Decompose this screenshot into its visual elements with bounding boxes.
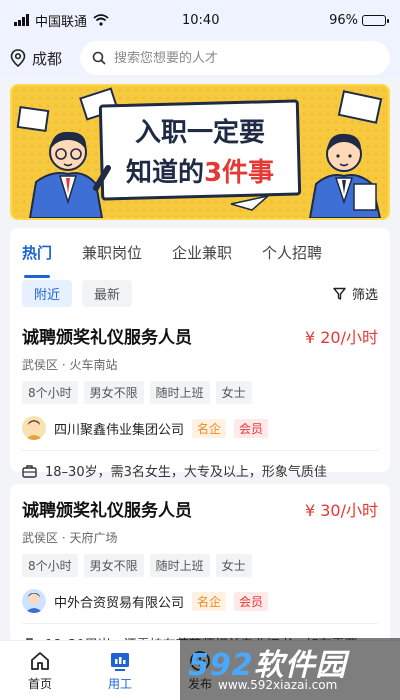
tab-part-time-jobs[interactable]: 兼职岗位 [82, 242, 142, 270]
divider [22, 450, 378, 451]
battery-status: 96% [329, 12, 389, 28]
job-card[interactable]: 诚聘颁奖礼仪服务人员 ¥ 20/小时 武侯区 · 火车南站 8个小时 男女不限 … [10, 323, 390, 480]
filter-label: 筛选 [351, 288, 378, 303]
tab-enterprise-part-time[interactable]: 企业兼职 [172, 242, 232, 270]
company-name: 中外合资贸易有限公司 [54, 595, 185, 611]
job-tag: 男女不限 [83, 554, 144, 577]
tabbar-home[interactable]: 首页 [0, 650, 80, 692]
job-tag: 8个小时 [22, 554, 78, 577]
job-panel: 热门 兼职岗位 企业兼职 个人招聘 附近 最新 筛选 诚聘颁奖礼仪服务人员 ¥ … [10, 228, 390, 480]
carrier-label: 中国联通 [35, 14, 88, 30]
company-row[interactable]: 四川聚鑫伟业集团公司 名企 会员 [22, 416, 378, 440]
job-tag: 女士 [215, 381, 252, 404]
job-title: 诚聘颁奖礼仪服务人员 [22, 501, 192, 521]
category-tabs: 热门 兼职岗位 企业兼职 个人招聘 [10, 228, 390, 278]
status-bar: 中国联通 10:40 96% [0, 0, 400, 40]
tabbar-employment[interactable]: 用工 [80, 650, 160, 692]
businessman-illustration [28, 131, 111, 218]
job-header: 诚聘颁奖礼仪服务人员 ¥ 30/小时 [22, 496, 378, 522]
job-tag: 女士 [215, 554, 252, 577]
filter-button[interactable]: 筛选 [333, 284, 378, 303]
badge-famous-company: 名企 [192, 591, 227, 611]
job-header: 诚聘颁奖礼仪服务人员 ¥ 20/小时 [22, 323, 378, 349]
chip-latest[interactable]: 最新 [82, 280, 133, 307]
banner-title-line2: 知道的3件事 [100, 152, 300, 189]
job-pay: ¥ 20/小时 [304, 327, 378, 347]
search-input[interactable] [114, 50, 378, 66]
tab-hot[interactable]: 热门 [22, 242, 52, 278]
home-icon [31, 651, 49, 670]
battery-icon [362, 14, 389, 26]
job-tag: 男女不限 [83, 381, 144, 404]
job-location: 武侯区 · 火车南站 [22, 358, 118, 372]
job-tags: 8个小时 男女不限 随时上班 女士 [22, 554, 378, 577]
banner-title-line1: 入职一定要 [134, 118, 265, 148]
signal-icon [14, 14, 29, 26]
requirement-text: 18–30岁，需3名女生，大专及以上，形象气质佳 [45, 465, 327, 480]
status-left: 中国联通 [14, 11, 109, 30]
tabbar-employment-label: 用工 [107, 676, 132, 691]
job-card[interactable]: 诚聘颁奖礼仪服务人员 ¥ 30/小时 武侯区 · 天府广场 8个小时 男女不限 … [10, 484, 390, 653]
tabbar-home-label: 首页 [27, 676, 52, 691]
banner-title-pre: 知道的 [125, 158, 204, 188]
badge-member: 会员 [234, 591, 269, 611]
job-tag: 随时上班 [149, 381, 210, 404]
badge-member: 会员 [234, 418, 269, 438]
job-requirement: 18–30岁，需3名女生，大专及以上，形象气质佳 [22, 461, 378, 480]
tab-personal-recruiting[interactable]: 个人招聘 [262, 242, 322, 270]
location-pin-icon [10, 49, 26, 67]
job-tags: 8个小时 男女不限 随时上班 女士 [22, 381, 378, 404]
company-avatar [22, 416, 46, 440]
search-box[interactable] [80, 41, 390, 75]
clock: 10:40 [182, 12, 220, 28]
chip-nearby[interactable]: 附近 [22, 280, 73, 307]
company-avatar [22, 589, 46, 613]
promo-banner[interactable]: 入职一定要 知道的3件事 [10, 84, 390, 220]
city-label: 成都 [32, 49, 63, 68]
battery-percent: 96% [329, 12, 358, 28]
banner-title-highlight: 3件事 [203, 158, 275, 188]
chart-board-icon [111, 652, 129, 671]
job-tag: 8个小时 [22, 381, 78, 404]
job-location: 武侯区 · 天府广场 [22, 531, 118, 545]
badge-famous-company: 名企 [192, 418, 227, 438]
company-row[interactable]: 中外合资贸易有限公司 名企 会员 [22, 589, 378, 613]
job-tag: 随时上班 [149, 554, 210, 577]
top-bar: 成都 [0, 38, 400, 78]
site-watermark: 592软件园 www.592xiazai.com [180, 638, 400, 700]
wifi-icon [93, 14, 109, 26]
presenter-illustration [308, 133, 382, 218]
watermark-url: www.592xiazai.com [218, 678, 338, 692]
job-pay: ¥ 30/小时 [304, 500, 378, 520]
search-icon [92, 51, 106, 65]
divider [22, 623, 378, 624]
company-name: 四川聚鑫伟业集团公司 [54, 422, 185, 438]
job-title: 诚聘颁奖礼仪服务人员 [22, 328, 192, 348]
city-selector[interactable]: 成都 [10, 48, 70, 69]
funnel-icon [333, 287, 346, 300]
briefcase-icon [22, 464, 37, 478]
filter-row: 附近 最新 筛选 [10, 270, 390, 307]
